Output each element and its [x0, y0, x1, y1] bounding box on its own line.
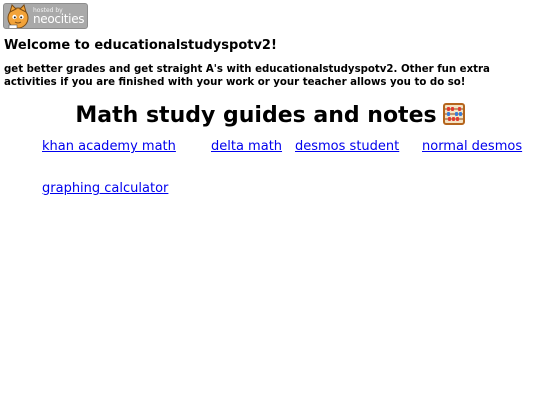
- link-desmos-student[interactable]: desmos student: [295, 139, 399, 154]
- page: hosted by neocities Welcome to education…: [0, 0, 540, 405]
- welcome-heading: Welcome to educationalstudyspotv2!: [4, 38, 277, 53]
- link-khan-academy-math[interactable]: khan academy math: [42, 139, 176, 154]
- neocities-cat-icon: [7, 4, 29, 28]
- badge-neocities-label: neocities: [33, 12, 85, 26]
- section-heading-text: Math study guides and notes: [75, 103, 437, 128]
- section-heading: Math study guides and notes: [0, 103, 540, 128]
- intro-text: get better grades and get straight A's w…: [4, 64, 490, 88]
- link-graphing-calculator[interactable]: graphing calculator: [42, 181, 168, 196]
- link-normal-desmos[interactable]: normal desmos: [422, 139, 522, 154]
- link-delta-math[interactable]: delta math: [211, 139, 282, 154]
- abacus-icon: [442, 103, 465, 125]
- neocities-badge[interactable]: hosted by neocities: [3, 3, 88, 29]
